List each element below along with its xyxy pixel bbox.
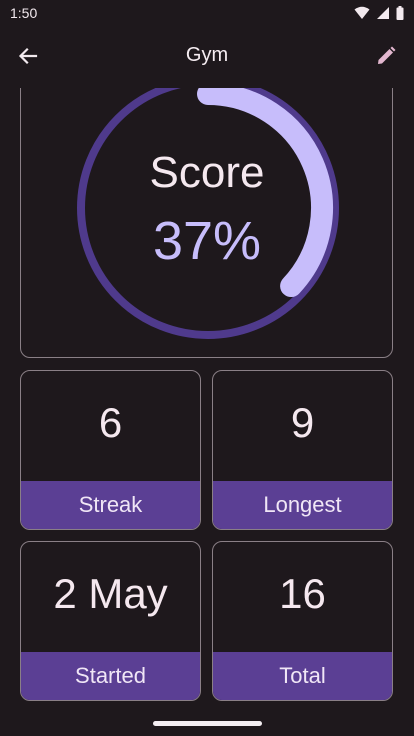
stat-card-longest: 9 Longest	[212, 370, 393, 530]
stat-card-started: 2 May Started	[20, 541, 201, 701]
page-title: Gym	[185, 44, 229, 66]
battery-icon	[396, 6, 404, 20]
score-value: 37%	[152, 211, 262, 271]
longest-value: 9	[290, 399, 315, 446]
started-label: Started	[21, 652, 200, 700]
total-value: 16	[279, 570, 326, 617]
status-time: 1:50	[10, 5, 38, 21]
wifi-icon	[354, 6, 370, 19]
scroll-region[interactable]: Score 37%	[0, 88, 414, 368]
streak-label: Streak	[21, 481, 200, 529]
score-label: Score	[149, 148, 265, 197]
total-label: Total	[213, 652, 392, 700]
status-icons	[354, 6, 404, 20]
stat-card-total: 16 Total	[212, 541, 393, 701]
longest-label: Longest	[213, 481, 392, 529]
streak-value: 6	[98, 399, 123, 446]
pencil-icon	[378, 46, 396, 64]
stat-card-streak: 6 Streak	[20, 370, 201, 530]
started-value: 2 May	[53, 570, 168, 617]
signal-icon	[377, 7, 389, 19]
gesture-nav-handle[interactable]	[153, 721, 262, 726]
edit-button[interactable]	[368, 38, 404, 74]
status-bar: 1:50	[0, 0, 414, 26]
top-app-bar: Gym	[0, 26, 414, 88]
